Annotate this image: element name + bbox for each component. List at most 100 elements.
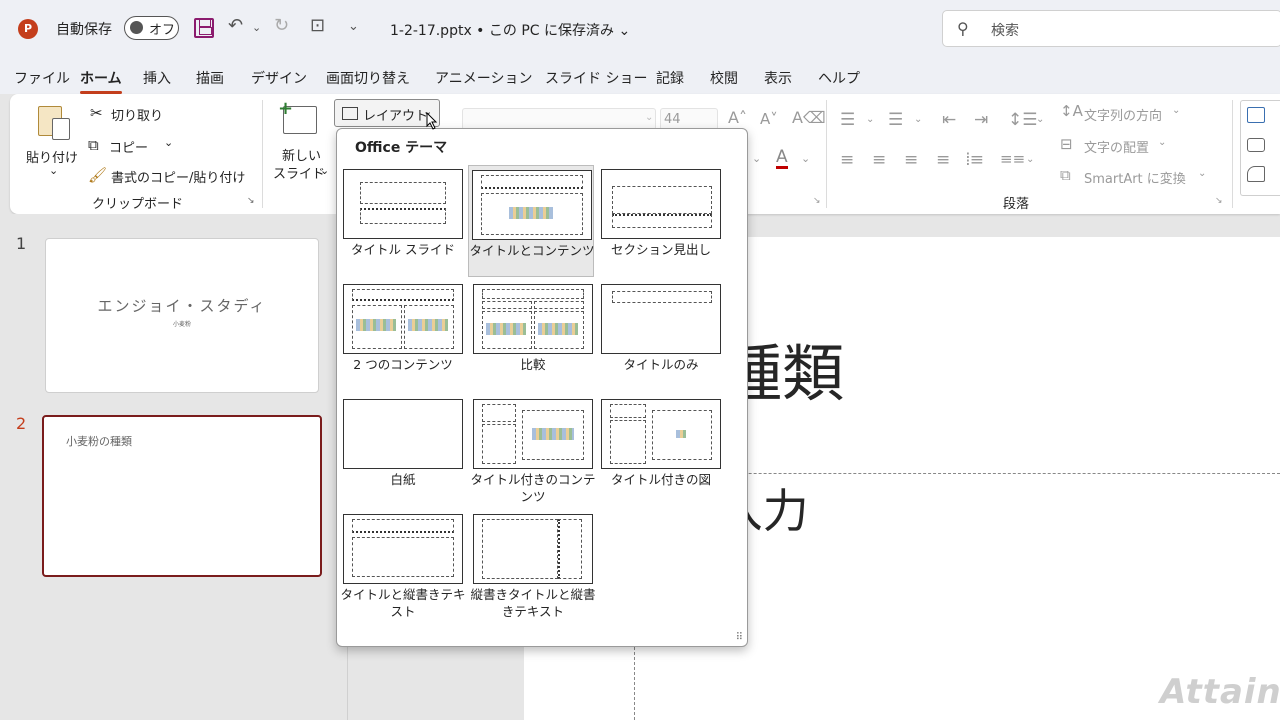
layout-title-and-vertical-text[interactable]: タイトルと縦書きテキスト — [340, 510, 466, 622]
layout-vertical-title-and-text[interactable]: 縦書きタイトルと縦書きテキスト — [470, 510, 596, 622]
search-box[interactable]: ⚲ 検索 — [942, 10, 1280, 47]
layout-preview — [601, 284, 721, 354]
font-color-dropdown-icon[interactable]: ⌄ — [801, 152, 810, 165]
content-icons — [538, 323, 578, 335]
copy-button[interactable]: コピー — [109, 137, 148, 156]
smartart-icon[interactable]: ⧉ — [1060, 166, 1071, 184]
font-name-dropdown-icon[interactable]: ⌄ — [645, 112, 653, 123]
document-filename[interactable]: 1-2-17.pptx • この PC に保存済み ⌄ — [390, 20, 630, 40]
layout-blank[interactable]: 白紙 — [340, 395, 466, 507]
tab-review[interactable]: 校閲 — [710, 68, 738, 88]
new-slide-plus-icon: + — [278, 98, 294, 119]
layout-title-only[interactable]: タイトルのみ — [598, 280, 724, 392]
layout-comparison[interactable]: 比較 — [470, 280, 596, 392]
resize-grip-icon[interactable]: ⠿ — [736, 632, 743, 643]
decrease-font-icon[interactable]: A˅ — [760, 110, 778, 128]
increase-font-icon[interactable]: A˄ — [728, 108, 747, 127]
font-size-value: 44 — [664, 112, 681, 127]
layout-section-header[interactable]: セクション見出し — [598, 165, 724, 277]
layout-content-with-caption[interactable]: タイトル付きのコンテンツ — [470, 395, 596, 507]
columns-dropdown-icon[interactable]: ⌄ — [1026, 154, 1034, 165]
paste-dropdown-icon[interactable]: ⌄ — [49, 164, 58, 177]
rectangle-shape-icon[interactable] — [1247, 138, 1265, 152]
format-painter-icon[interactable]: 🖌 — [88, 166, 107, 184]
copy-icon[interactable]: ⧉ — [88, 136, 99, 154]
layout-picture-with-caption[interactable]: タイトル付きの図 — [598, 395, 724, 507]
font-name-field[interactable] — [462, 108, 656, 130]
align-left-icon[interactable]: ≡ — [840, 150, 854, 170]
numbering-dropdown-icon[interactable]: ⌄ — [914, 114, 922, 125]
customize-toolbar-icon[interactable]: ⌄ — [348, 19, 359, 34]
title-placeholder — [360, 182, 446, 204]
columns-icon[interactable]: ≡≡ — [1000, 150, 1025, 168]
clipboard-launcher-icon[interactable]: ↘ — [247, 196, 255, 206]
cut-button[interactable]: 切り取り — [111, 105, 163, 124]
text-direction-icon[interactable]: ↕A — [1060, 102, 1083, 120]
text-direction-dropdown-icon[interactable]: ⌄ — [1172, 105, 1180, 116]
highlight-dropdown-icon[interactable]: ⌄ — [752, 152, 761, 165]
font-color-icon[interactable]: A — [776, 148, 788, 169]
text-box-shape-icon[interactable] — [1247, 107, 1265, 123]
slide-thumbnail-2[interactable]: 小麦粉の種類 — [42, 415, 322, 577]
format-painter-button[interactable]: 書式のコピー/貼り付け — [111, 167, 245, 186]
tab-draw[interactable]: 描画 — [196, 68, 224, 88]
tab-insert[interactable]: 挿入 — [143, 68, 171, 88]
font-launcher-icon[interactable]: ↘ — [813, 196, 821, 206]
paragraph-launcher-icon[interactable]: ↘ — [1215, 196, 1223, 206]
font-size-field[interactable]: 44 — [660, 108, 718, 130]
layout-name: タイトル付きのコンテンツ — [470, 472, 596, 504]
undo-dropdown-icon[interactable]: ⌄ — [252, 21, 261, 34]
autosave-toggle[interactable]: オフ — [124, 16, 179, 40]
content-icons — [486, 323, 526, 335]
bullets-icon[interactable]: ☰ — [840, 110, 855, 130]
align-center-icon[interactable]: ≡ — [872, 150, 886, 170]
redo-icon[interactable]: ↻ — [274, 15, 289, 36]
tab-design[interactable]: デザイン — [251, 68, 307, 88]
increase-indent-icon[interactable]: ⇥ — [974, 110, 988, 130]
undo-icon[interactable]: ↶ — [228, 15, 243, 36]
clear-format-icon[interactable]: A⌫ — [792, 108, 826, 127]
line-spacing-dropdown-icon[interactable]: ⌄ — [1036, 114, 1044, 125]
bullets-dropdown-icon[interactable]: ⌄ — [866, 114, 874, 125]
cut-icon[interactable]: ✂ — [90, 104, 103, 122]
ribbon-separator — [826, 100, 827, 208]
numbering-icon[interactable]: ☰ — [888, 110, 903, 130]
slide-number-active: 2 — [16, 414, 27, 433]
copy-dropdown-icon[interactable]: ⌄ — [164, 136, 173, 149]
layout-title-slide[interactable]: タイトル スライド — [340, 165, 466, 277]
save-icon[interactable] — [194, 18, 214, 38]
text-direction-button[interactable]: 文字列の方向 — [1084, 105, 1162, 124]
align-text-button[interactable]: 文字の配置 — [1084, 137, 1149, 156]
tab-view[interactable]: 表示 — [764, 68, 792, 88]
new-slide-dropdown-icon[interactable]: ⌄ — [320, 164, 329, 177]
tab-animations[interactable]: アニメーション — [435, 68, 532, 88]
tab-home[interactable]: ホーム — [80, 68, 122, 94]
align-text-dropdown-icon[interactable]: ⌄ — [1158, 137, 1166, 148]
present-from-start-icon[interactable]: ⊡ — [310, 15, 325, 36]
justify-icon[interactable]: ≡ — [936, 150, 950, 170]
autosave-label: 自動保存 — [56, 22, 112, 38]
new-slide-button-line2[interactable]: スライド — [273, 163, 325, 182]
freeform-shape-icon[interactable] — [1247, 166, 1265, 182]
tab-transitions[interactable]: 画面切り替え — [326, 68, 410, 88]
tab-file[interactable]: ファイル — [14, 68, 70, 88]
smartart-button[interactable]: SmartArt に変換 — [1084, 168, 1186, 187]
slide-thumbnail-1[interactable]: エンジョイ・スタディ 小麦粉 — [45, 238, 319, 393]
new-slide-button-line1[interactable]: 新しい — [282, 145, 321, 164]
search-input[interactable]: 検索 — [991, 20, 1019, 40]
layout-title-and-content[interactable]: タイトルとコンテンツ — [468, 165, 595, 277]
paste-doc-icon — [52, 118, 70, 140]
decrease-indent-icon[interactable]: ⇤ — [942, 110, 956, 130]
layout-preview — [472, 170, 592, 240]
layout-name: セクション見出し — [610, 242, 711, 257]
tab-record[interactable]: 記録 — [656, 68, 684, 88]
tab-slideshow[interactable]: スライド ショー — [545, 68, 647, 88]
layout-two-content[interactable]: 2 つのコンテンツ — [340, 280, 466, 392]
align-text-icon[interactable]: ⊟ — [1060, 135, 1073, 153]
line-spacing-icon[interactable]: ↕☰ — [1008, 110, 1037, 130]
smartart-dropdown-icon[interactable]: ⌄ — [1198, 168, 1206, 179]
tab-help[interactable]: ヘルプ — [818, 68, 860, 88]
align-right-icon[interactable]: ≡ — [904, 150, 918, 170]
layout-button[interactable]: レイアウト ⌄ — [334, 99, 440, 127]
distributed-icon[interactable]: ⦙≡ — [966, 150, 984, 170]
